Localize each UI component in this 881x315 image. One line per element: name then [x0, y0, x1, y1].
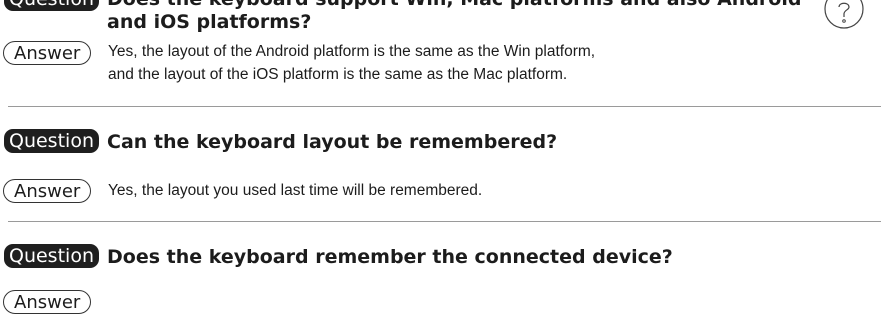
answer-badge: Answer	[3, 179, 92, 203]
question-text-line2: and iOS platforms?	[107, 11, 312, 33]
question-text: Can the keyboard layout be remembered?	[107, 131, 558, 153]
answer-text-line1: Yes, the layout of the Android platform …	[108, 43, 596, 60]
answer-text-line2: and the layout of the iOS platform is th…	[108, 66, 568, 83]
divider	[8, 221, 881, 222]
question-badge: Question	[4, 129, 99, 153]
answer-badge: Answer	[3, 290, 92, 314]
question-text: Does the keyboard remember the connected…	[107, 246, 673, 268]
question-badge: Question	[4, 0, 99, 11]
question-badge: Question	[4, 244, 99, 268]
answer-text: Yes, the layout you used last time will …	[108, 182, 483, 199]
question-mark-circle-icon	[824, 0, 864, 29]
answer-badge: Answer	[3, 41, 92, 65]
divider	[8, 106, 881, 107]
